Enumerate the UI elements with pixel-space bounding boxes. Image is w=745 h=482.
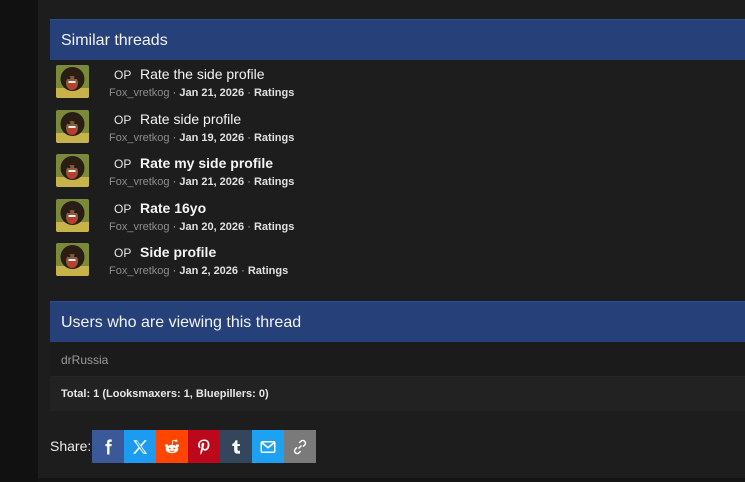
thread-forum-link[interactable]: Ratings xyxy=(254,87,294,99)
thread-date[interactable]: Jan 2, 2026 xyxy=(179,265,238,277)
thread-author-link[interactable]: Fox_vretkog xyxy=(109,221,170,233)
main-content: Similar threads OP Rate the side profile… xyxy=(38,0,745,482)
thread-meta: Fox_vretkog · Jan 20, 2026 · Ratings xyxy=(109,221,295,233)
op-badge: OP xyxy=(114,68,132,82)
similar-threads-title: Similar threads xyxy=(61,32,168,49)
share-reddit-button[interactable] xyxy=(156,430,188,463)
thread-title-link[interactable]: Rate my side profile xyxy=(140,155,273,171)
thread-meta: Fox_vretkog · Jan 21, 2026 · Ratings xyxy=(109,87,295,99)
thread-date[interactable]: Jan 21, 2026 xyxy=(179,87,244,99)
share-x-button[interactable] xyxy=(124,430,156,463)
op-badge: OP xyxy=(114,246,132,260)
thread-author-link[interactable]: Fox_vretkog xyxy=(109,265,170,277)
thread-meta: Fox_vretkog · Jan 19, 2026 · Ratings xyxy=(109,132,295,144)
thread-item: OP Rate my side profile Fox_vretkog · Ja… xyxy=(50,149,745,193)
reddit-icon xyxy=(165,439,179,453)
viewers-total-row: Total: 1 (Looksmaxers: 1, Bluepillers: 0… xyxy=(50,377,745,411)
thread-forum-link[interactable]: Ratings xyxy=(254,221,294,233)
thread-author-link[interactable]: Fox_vretkog xyxy=(109,132,170,144)
thread-date[interactable]: Jan 21, 2026 xyxy=(179,176,244,188)
op-badge: OP xyxy=(114,202,132,216)
viewers-title: Users who are viewing this thread xyxy=(61,314,302,331)
thread-date[interactable]: Jan 19, 2026 xyxy=(179,132,244,144)
thread-meta: Fox_vretkog · Jan 2, 2026 · Ratings xyxy=(109,265,289,277)
share-facebook-button[interactable] xyxy=(92,430,124,463)
thread-meta: Fox_vretkog · Jan 21, 2026 · Ratings xyxy=(109,176,295,188)
share-label: Share: xyxy=(50,438,92,454)
thread-author-link[interactable]: Fox_vretkog xyxy=(109,176,170,188)
thread-forum-link[interactable]: Ratings xyxy=(254,176,294,188)
op-badge: OP xyxy=(114,157,132,171)
link-icon xyxy=(293,439,307,454)
op-badge: OP xyxy=(114,113,132,127)
pinterest-icon xyxy=(198,439,210,455)
thread-author-avatar[interactable] xyxy=(56,110,89,143)
viewer-user-link[interactable]: drRussia xyxy=(61,353,108,367)
thread-item: OP Rate the side profile Fox_vretkog · J… xyxy=(50,60,745,104)
share-pinterest-button[interactable] xyxy=(188,430,220,463)
thread-item: OP Rate 16yo Fox_vretkog · Jan 20, 2026 … xyxy=(50,194,745,238)
thread-title-link[interactable]: Rate side profile xyxy=(140,111,241,127)
similar-threads-header: Similar threads xyxy=(50,19,745,60)
thread-author-avatar[interactable] xyxy=(56,199,89,232)
section-divider xyxy=(38,478,745,482)
viewers-total: Total: 1 (Looksmaxers: 1, Bluepillers: 0… xyxy=(61,388,269,400)
x-icon xyxy=(132,439,148,454)
thread-author-avatar[interactable] xyxy=(56,65,89,98)
thread-item: OP Side profile Fox_vretkog · Jan 2, 202… xyxy=(50,238,745,282)
thread-item: OP Rate side profile Fox_vretkog · Jan 1… xyxy=(50,105,745,149)
thread-date[interactable]: Jan 20, 2026 xyxy=(179,221,244,233)
share-email-button[interactable] xyxy=(252,430,284,463)
share-bar: Share: xyxy=(50,430,350,463)
facebook-icon xyxy=(105,439,112,454)
similar-threads-list: OP Rate the side profile Fox_vretkog · J… xyxy=(50,60,745,286)
thread-forum-link[interactable]: Ratings xyxy=(254,132,294,144)
viewers-list: drRussia xyxy=(50,343,745,377)
left-rail xyxy=(0,0,38,482)
share-tumblr-button[interactable] xyxy=(220,430,252,463)
thread-author-avatar[interactable] xyxy=(56,243,89,276)
thread-author-avatar[interactable] xyxy=(56,154,89,187)
thread-forum-link[interactable]: Ratings xyxy=(248,265,288,277)
tumblr-icon xyxy=(232,439,240,454)
viewers-header: Users who are viewing this thread xyxy=(50,301,745,342)
thread-author-link[interactable]: Fox_vretkog xyxy=(109,87,170,99)
thread-title-link[interactable]: Rate 16yo xyxy=(140,200,206,216)
envelope-icon xyxy=(260,440,276,453)
thread-title-link[interactable]: Side profile xyxy=(140,244,216,260)
share-link-button[interactable] xyxy=(284,430,316,463)
thread-title-link[interactable]: Rate the side profile xyxy=(140,66,265,82)
